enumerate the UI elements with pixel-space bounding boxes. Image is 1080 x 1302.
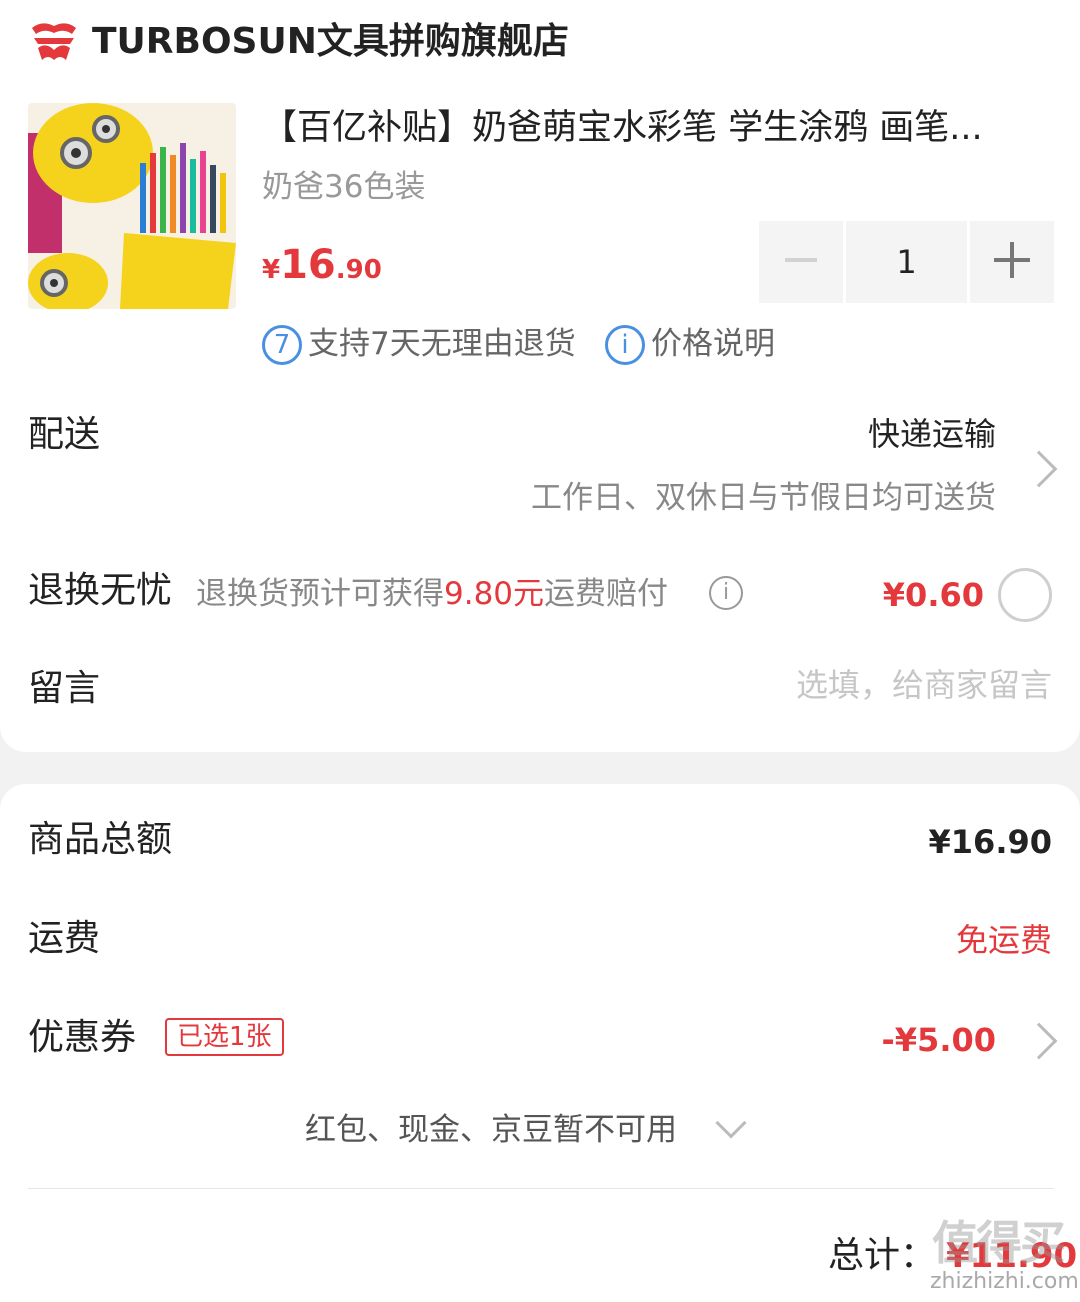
watermark-logo: 值得买 bbox=[932, 1216, 1066, 1270]
return-desc-amount: 9.80元 bbox=[444, 576, 545, 612]
delivery-method[interactable]: 快递运输 bbox=[868, 412, 996, 456]
product-thumbnail[interactable] bbox=[28, 103, 236, 309]
decrease-quantity-button[interactable] bbox=[759, 221, 843, 303]
message-input[interactable] bbox=[752, 666, 1052, 704]
total-label: 总计： bbox=[828, 1235, 937, 1276]
price-explanation-link[interactable]: 价格说明 bbox=[651, 322, 775, 366]
seven-day-return-icon: 7 bbox=[262, 325, 302, 365]
price-decimal: .90 bbox=[335, 255, 382, 285]
shipping-fee-value: 免运费 bbox=[955, 921, 1052, 959]
info-icon: i bbox=[605, 325, 645, 365]
divider bbox=[28, 1188, 1054, 1189]
minus-icon bbox=[784, 243, 818, 281]
increase-quantity-button[interactable] bbox=[970, 221, 1054, 303]
return-insurance-desc: 退换货预计可获得9.80元运费赔付 bbox=[196, 572, 668, 616]
return-insurance-radio[interactable] bbox=[998, 568, 1052, 622]
unavailable-payments-toggle[interactable]: 红包、现金、京豆暂不可用 bbox=[305, 1108, 677, 1152]
goods-total-value: ¥16.90 bbox=[928, 823, 1052, 861]
info-icon[interactable]: i bbox=[709, 576, 743, 610]
coupon-label: 优惠券 bbox=[28, 1017, 137, 1058]
product-variant: 奶爸36色装 bbox=[262, 169, 426, 205]
product-title[interactable]: 【百亿补贴】奶爸萌宝水彩笔 学生涂鸦 画笔... bbox=[262, 104, 1052, 152]
message-label: 留言 bbox=[28, 668, 101, 709]
coupon-discount-value[interactable]: -¥5.00 bbox=[882, 1018, 997, 1062]
return-desc-suffix: 运费赔付 bbox=[544, 576, 669, 612]
return-insurance-price: ¥0.60 bbox=[882, 576, 984, 614]
quantity-stepper: 1 bbox=[759, 221, 1054, 303]
return-desc-prefix: 退换货预计可获得 bbox=[196, 576, 444, 612]
delivery-label: 配送 bbox=[28, 414, 101, 455]
watermark-url: zhizhizhi.com bbox=[930, 1269, 1079, 1294]
product-price: ¥16.90 bbox=[262, 240, 382, 298]
store-logo-icon bbox=[28, 20, 80, 64]
quantity-value[interactable]: 1 bbox=[846, 221, 967, 303]
coupon-selected-badge: 已选1张 bbox=[165, 1018, 284, 1056]
return-insurance-label: 退换无忧 bbox=[28, 570, 173, 611]
delivery-time-note[interactable]: 工作日、双休日与节假日均可送货 bbox=[531, 477, 996, 519]
store-name[interactable]: TURBOSUN文具拼购旗舰店 bbox=[92, 19, 569, 65]
seven-day-return-label[interactable]: 支持7天无理由退货 bbox=[308, 322, 576, 366]
goods-total-label: 商品总额 bbox=[28, 819, 173, 860]
plus-icon bbox=[994, 242, 1030, 282]
price-integer: 16 bbox=[280, 242, 336, 288]
price-symbol: ¥ bbox=[262, 255, 281, 285]
shipping-fee-label: 运费 bbox=[28, 918, 101, 959]
